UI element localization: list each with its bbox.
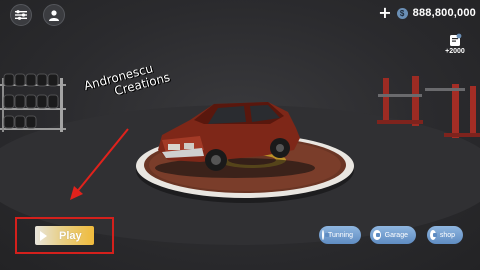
sliders-menu-icon — [15, 10, 27, 20]
play-icon — [40, 230, 47, 241]
coin-icon: $ — [396, 7, 408, 19]
shop-label: shop — [439, 231, 455, 239]
money-amount: 888,800,000 — [412, 7, 476, 19]
play-button[interactable]: Play — [35, 226, 94, 245]
tire-rack — [0, 73, 66, 132]
add-currency-button[interactable]: + — [378, 5, 391, 21]
shop-button[interactable]: shop — [427, 226, 463, 244]
garage-label: Garage — [384, 231, 408, 239]
currency-display: + $ 888,800,000 — [378, 4, 476, 22]
reward-amount: +2000 — [445, 48, 465, 55]
reward-button[interactable]: +2000 — [442, 33, 468, 55]
play-label: Play — [59, 229, 82, 242]
garage-button[interactable]: Garage — [370, 226, 416, 244]
user-profile-icon — [49, 10, 59, 21]
garage-icon — [373, 230, 381, 240]
tuning-button[interactable]: Tunning — [319, 226, 361, 244]
gift-card-icon — [448, 33, 462, 47]
menu-button[interactable] — [10, 4, 32, 26]
tuning-label: Tunning — [327, 231, 353, 239]
tuning-icon — [322, 230, 329, 240]
profile-button[interactable] — [43, 4, 65, 26]
shop-bag-icon — [430, 230, 437, 240]
